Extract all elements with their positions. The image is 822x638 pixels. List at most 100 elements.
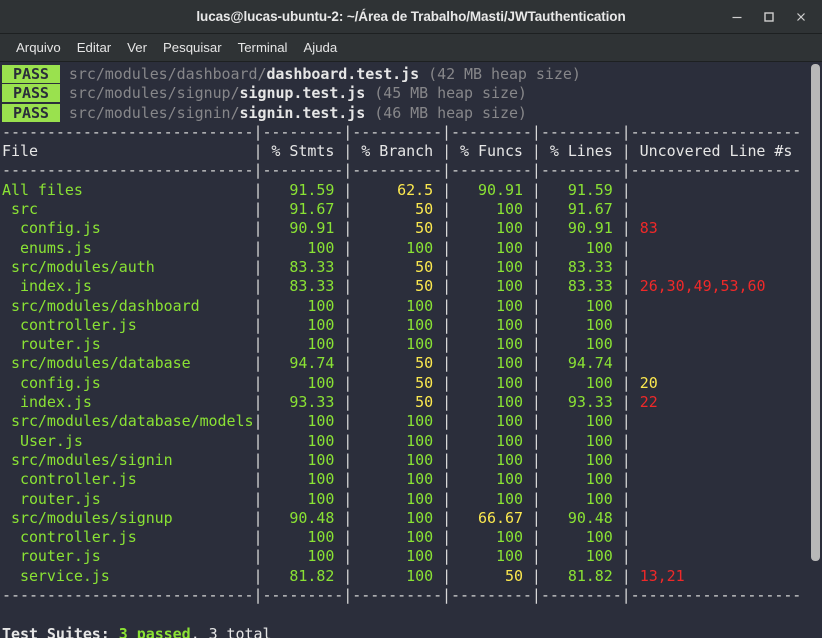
- coverage-lines: 100: [540, 470, 613, 489]
- coverage-funcs: 100: [451, 431, 523, 450]
- coverage-stmts: 91.59: [262, 180, 335, 199]
- menu-item-terminal[interactable]: Terminal: [230, 38, 296, 57]
- menu-item-ajuda[interactable]: Ajuda: [295, 38, 345, 57]
- terminal-line: src | 91.67 | 50 | 100 | 91.67 |: [2, 200, 631, 219]
- terminal-line: File | % Stmts | % Branch | % Funcs | % …: [2, 142, 793, 161]
- coverage-lines: 100: [540, 296, 613, 315]
- coverage-funcs: 100: [451, 470, 523, 489]
- column-header-stmts: % Stmts: [262, 142, 344, 161]
- coverage-stmts: 100: [262, 450, 335, 469]
- scrollbar-thumb[interactable]: [811, 64, 820, 561]
- summary-label: Test Suites:: [2, 624, 110, 638]
- pass-badge: PASS: [2, 84, 60, 103]
- column-header-uncovered: Uncovered Line #s: [630, 142, 793, 161]
- coverage-stmts: 91.67: [262, 200, 335, 219]
- coverage-lines: 83.33: [540, 257, 613, 276]
- coverage-stmts: 90.48: [262, 508, 335, 527]
- terminal-line: enums.js | 100 | 100 | 100 | 100 |: [2, 238, 631, 257]
- coverage-uncovered: 26,30,49,53,60: [630, 277, 766, 296]
- coverage-lines: 100: [540, 315, 613, 334]
- coverage-funcs: 100: [451, 489, 523, 508]
- terminal-line: ----------------------------|---------|-…: [2, 123, 801, 142]
- terminal-line: index.js | 83.33 | 50 | 100 | 83.33 | 26…: [2, 277, 766, 296]
- coverage-branch: 100: [352, 547, 434, 566]
- coverage-funcs: 100: [451, 393, 523, 412]
- coverage-stmts: 83.33: [262, 257, 335, 276]
- coverage-branch: 100: [352, 566, 434, 585]
- coverage-branch: 50: [352, 393, 434, 412]
- coverage-branch: 50: [352, 277, 434, 296]
- pass-badge: PASS: [2, 103, 60, 122]
- coverage-funcs: 50: [451, 566, 523, 585]
- coverage-stmts: 100: [262, 470, 335, 489]
- coverage-lines: 91.67: [540, 200, 613, 219]
- coverage-file-name: controller.js: [2, 470, 254, 489]
- window-controls: [722, 0, 816, 33]
- terminal-text: PASS src/modules/dashboard/dashboard.tes…: [2, 65, 801, 638]
- terminal-line: PASS src/modules/signin/signin.test.js (…: [2, 103, 801, 123]
- coverage-lines: 90.91: [540, 219, 613, 238]
- table-rule: ----------------------------|---------|-…: [2, 161, 802, 180]
- menu-item-ver[interactable]: Ver: [119, 38, 155, 57]
- coverage-stmts: 100: [262, 547, 335, 566]
- table-rule: ----------------------------|---------|-…: [2, 122, 802, 141]
- terminal-line: controller.js | 100 | 100 | 100 | 100 |: [2, 315, 631, 334]
- scrollbar[interactable]: [809, 62, 822, 638]
- terminal-line: src/modules/dashboard | 100 | 100 | 100 …: [2, 296, 631, 315]
- terminal-line: User.js | 100 | 100 | 100 | 100 |: [2, 431, 631, 450]
- menu-item-arquivo[interactable]: Arquivo: [8, 38, 69, 57]
- coverage-stmts: 100: [262, 238, 335, 257]
- summary-passed-count: 3 passed: [118, 624, 191, 638]
- terminal-line: PASS src/modules/dashboard/dashboard.tes…: [2, 65, 801, 84]
- coverage-branch: 50: [352, 200, 434, 219]
- terminal-line: router.js | 100 | 100 | 100 | 100 |: [2, 547, 631, 566]
- column-header-branch: % Branch: [352, 142, 443, 161]
- coverage-stmts: 90.91: [262, 219, 335, 238]
- terminal-line: src/modules/database/models| 100 | 100 |…: [2, 412, 631, 431]
- coverage-lines: 100: [540, 431, 613, 450]
- column-header-lines: % Lines: [540, 142, 622, 161]
- terminal-line: ----------------------------|---------|-…: [2, 586, 801, 605]
- coverage-lines: 100: [540, 373, 613, 392]
- column-header-file: File: [2, 142, 254, 161]
- coverage-stmts: 100: [262, 528, 335, 547]
- menu-item-editar[interactable]: Editar: [69, 38, 119, 57]
- maximize-icon[interactable]: [754, 4, 784, 30]
- coverage-branch: 100: [352, 412, 434, 431]
- coverage-lines: 90.48: [540, 508, 613, 527]
- terminal-output-area[interactable]: PASS src/modules/dashboard/dashboard.tes…: [0, 62, 822, 638]
- test-note: (45 MB heap size): [365, 84, 527, 103]
- coverage-branch: 100: [352, 489, 434, 508]
- coverage-funcs: 100: [451, 450, 523, 469]
- coverage-stmts: 93.33: [262, 393, 335, 412]
- coverage-uncovered: 83: [630, 219, 658, 238]
- coverage-funcs: 100: [451, 296, 523, 315]
- test-note: (46 MB heap size): [365, 103, 527, 122]
- terminal-line: controller.js | 100 | 100 | 100 | 100 |: [2, 528, 631, 547]
- minimize-icon[interactable]: [722, 4, 752, 30]
- coverage-file-name: router.js: [2, 547, 254, 566]
- coverage-uncovered: 20: [630, 373, 658, 392]
- coverage-lines: 100: [540, 238, 613, 257]
- close-icon[interactable]: [786, 4, 816, 30]
- terminal-window: lucas@lucas-ubuntu-2: ~/Área de Trabalho…: [0, 0, 822, 638]
- coverage-stmts: 100: [262, 412, 335, 431]
- coverage-file-name: config.js: [2, 373, 254, 392]
- menu-item-pesquisar[interactable]: Pesquisar: [155, 38, 230, 57]
- coverage-funcs: 66.67: [451, 508, 523, 527]
- coverage-stmts: 100: [262, 296, 335, 315]
- table-rule: ----------------------------|---------|-…: [2, 586, 802, 605]
- coverage-file-name: service.js: [2, 566, 254, 585]
- terminal-line: Test Suites: 3 passed, 3 total: [2, 625, 801, 638]
- coverage-file-name: router.js: [2, 335, 254, 354]
- coverage-funcs: 100: [451, 373, 523, 392]
- coverage-branch: 50: [352, 373, 434, 392]
- coverage-lines: 93.33: [540, 393, 613, 412]
- test-file: dashboard.test.js: [266, 65, 420, 83]
- window-titlebar[interactable]: lucas@lucas-ubuntu-2: ~/Área de Trabalho…: [0, 0, 822, 34]
- coverage-file-name: User.js: [2, 431, 254, 450]
- coverage-file-name: src/modules/signin: [2, 450, 254, 469]
- coverage-branch: 100: [352, 315, 434, 334]
- coverage-branch: 100: [352, 450, 434, 469]
